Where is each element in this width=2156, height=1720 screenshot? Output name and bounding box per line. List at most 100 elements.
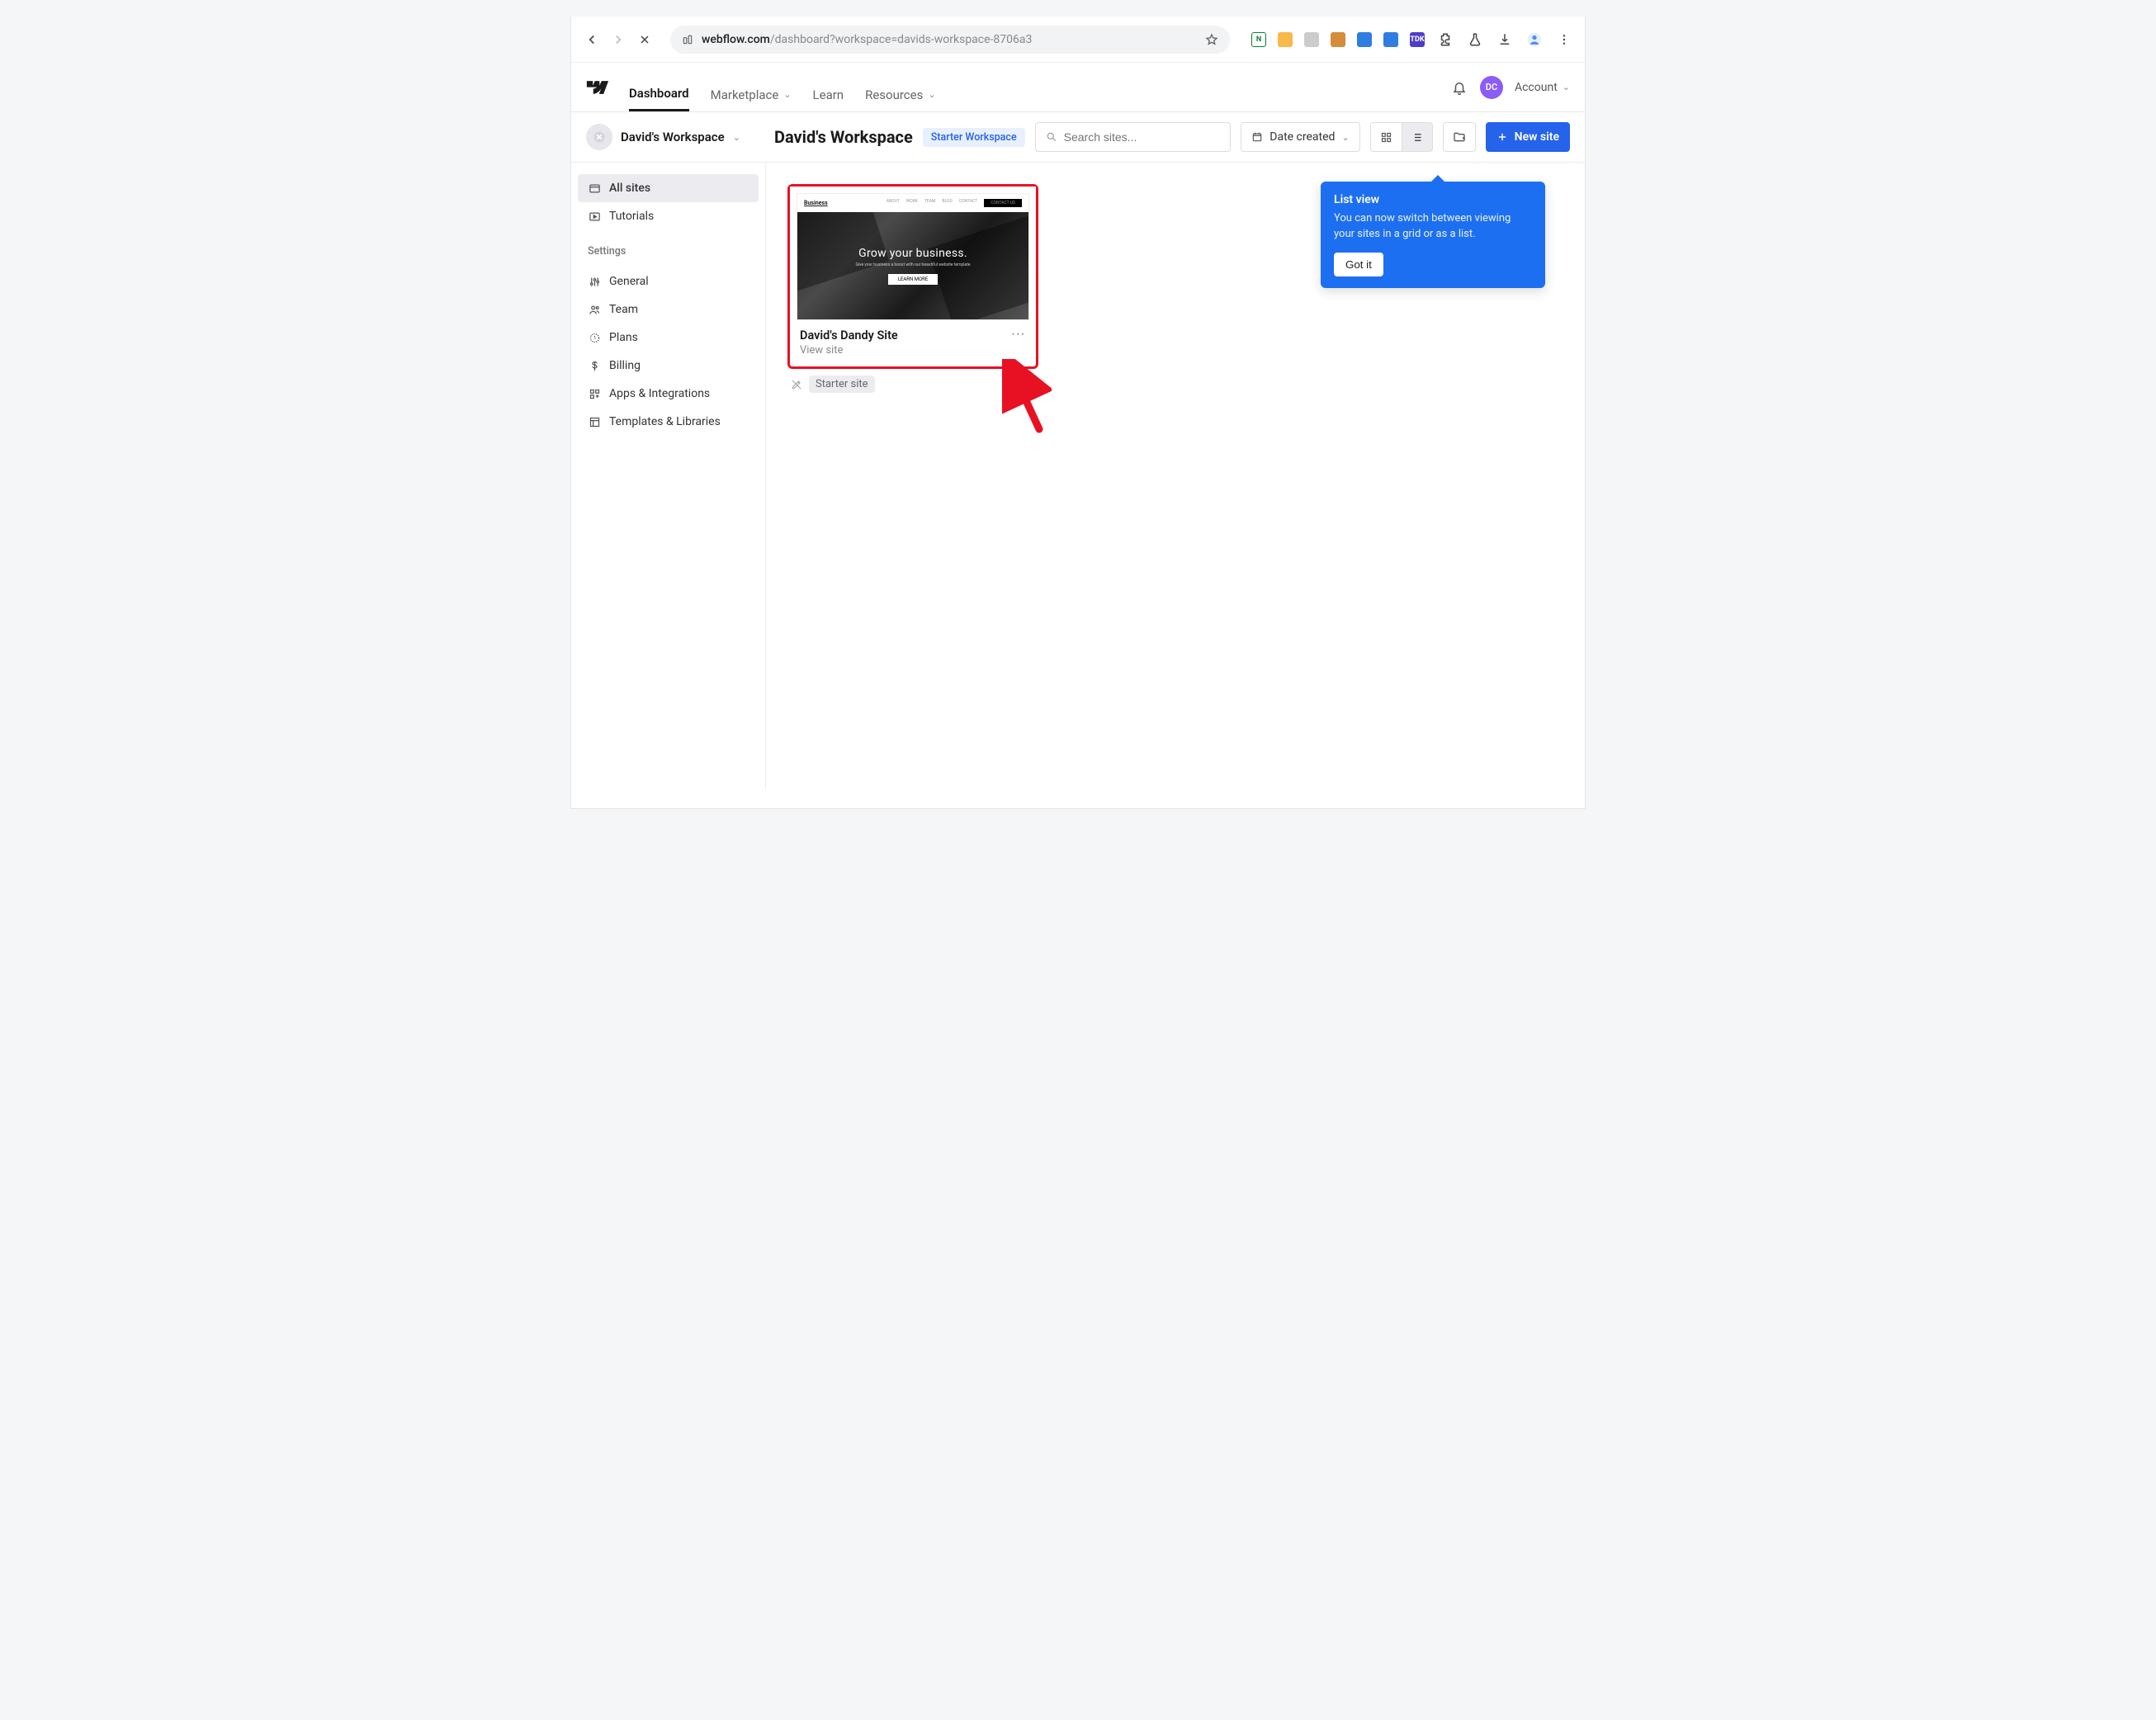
template-icon	[588, 415, 601, 428]
chevron-down-icon: ⌄	[1563, 82, 1570, 92]
sidebar-item-plans[interactable]: Plans	[578, 324, 759, 352]
site-settings-icon	[682, 34, 693, 45]
thumb-headline: Grow your business.	[858, 247, 967, 260]
address-bar[interactable]: webflow.com/dashboard?workspace=davids-w…	[670, 26, 1230, 54]
chevron-down-icon: ⌄	[1341, 132, 1349, 143]
site-title: David's Dandy Site	[800, 328, 898, 343]
list-icon	[1411, 131, 1423, 144]
chevron-down-icon: ⌄	[733, 132, 740, 143]
sidebar: All sites Tutorials Settings General Tea…	[571, 163, 766, 790]
thumb-nav: ABOUTWORKTEAMBLOGCONTACT CONTACT US	[887, 199, 1022, 207]
sidebar-item-label: Apps & Integrations	[609, 387, 710, 400]
user-avatar[interactable]: DC	[1480, 76, 1503, 99]
extension-icon[interactable]: N	[1251, 32, 1266, 47]
grid-icon	[1380, 131, 1392, 144]
page-title: David's Workspace	[774, 127, 913, 147]
view-site-link[interactable]: View site	[800, 344, 898, 357]
draft-icon	[791, 379, 802, 390]
browser-actions: N TDK	[1251, 31, 1573, 49]
top-nav: Dashboard Marketplace⌄ Learn Resources⌄	[629, 63, 936, 111]
list-view-button[interactable]	[1402, 122, 1433, 152]
workspace-switcher[interactable]: David's Workspace ⌄	[586, 124, 759, 150]
account-menu[interactable]: Account⌄	[1515, 81, 1570, 94]
extension-icon[interactable]	[1357, 32, 1372, 47]
sidebar-item-label: Team	[609, 303, 638, 316]
chevron-down-icon: ⌄	[783, 89, 791, 100]
extension-icon[interactable]	[1278, 32, 1293, 47]
site-thumbnail[interactable]: Business ABOUTWORKTEAMBLOGCONTACT CONTAC…	[790, 187, 1036, 320]
plan-tag: Starter site	[809, 376, 875, 393]
chevron-down-icon: ⌄	[928, 89, 935, 100]
sidebar-item-apps[interactable]: Apps & Integrations	[578, 380, 759, 408]
app-header: Dashboard Marketplace⌄ Learn Resources⌄ …	[571, 63, 1585, 112]
sidebar-item-all-sites[interactable]: All sites	[578, 174, 759, 202]
extension-icon[interactable]	[1383, 32, 1398, 47]
sidebar-item-label: Billing	[609, 359, 641, 372]
sidebar-item-label: Plans	[609, 331, 638, 344]
sidebar-item-tutorials[interactable]: Tutorials	[578, 202, 759, 230]
sidebar-item-label: General	[609, 275, 649, 288]
back-icon[interactable]	[583, 31, 601, 49]
notifications-icon[interactable]	[1450, 78, 1468, 97]
folder-plus-icon	[1453, 130, 1466, 144]
extension-icon[interactable]: TDK	[1410, 32, 1425, 47]
sidebar-item-templates[interactable]: Templates & Libraries	[578, 408, 759, 436]
search-icon	[1046, 131, 1057, 143]
dollar-icon	[588, 359, 601, 372]
content-area: Business ABOUTWORKTEAMBLOGCONTACT CONTAC…	[766, 163, 1585, 790]
site-card[interactable]: Business ABOUTWORKTEAMBLOGCONTACT CONTAC…	[787, 184, 1038, 369]
list-view-popover: List view You can now switch between vie…	[1321, 182, 1545, 288]
users-icon	[588, 303, 601, 316]
popover-body: You can now switch between viewing your …	[1334, 211, 1532, 243]
plus-icon	[1496, 131, 1508, 143]
extension-icon[interactable]	[1304, 32, 1319, 47]
play-icon	[588, 210, 601, 223]
browser-icon	[588, 182, 601, 195]
plan-badge: Starter Workspace	[923, 128, 1025, 147]
popover-dismiss-button[interactable]: Got it	[1334, 253, 1383, 276]
view-toggle	[1370, 122, 1433, 152]
sort-dropdown[interactable]: Date created ⌄	[1241, 122, 1359, 152]
webflow-logo-icon[interactable]	[586, 76, 609, 99]
star-icon[interactable]	[1205, 33, 1218, 46]
site-tags: Starter site	[787, 376, 1563, 393]
sidebar-heading-settings: Settings	[578, 230, 759, 264]
grid-view-button[interactable]	[1370, 122, 1402, 152]
sidebar-item-label: Templates & Libraries	[609, 415, 721, 428]
kebab-menu-icon[interactable]	[1555, 31, 1573, 49]
workspace-avatar-icon	[586, 124, 612, 150]
download-icon[interactable]	[1496, 31, 1514, 49]
calendar-icon	[1251, 131, 1263, 143]
new-folder-button[interactable]	[1443, 122, 1476, 152]
search-input[interactable]	[1035, 122, 1232, 152]
profile-chip-icon[interactable]	[1525, 31, 1544, 49]
forward-icon[interactable]	[609, 31, 627, 49]
sidebar-item-label: Tutorials	[609, 210, 654, 223]
nav-resources[interactable]: Resources⌄	[865, 63, 935, 111]
close-tab-icon[interactable]	[636, 31, 654, 49]
thumb-cta-button: LEARN MORE	[888, 274, 939, 285]
thumb-logo-text: Business	[804, 200, 828, 206]
extension-icon[interactable]	[1331, 32, 1345, 47]
nav-dashboard[interactable]: Dashboard	[629, 63, 689, 111]
sliders-icon	[588, 275, 601, 288]
nav-marketplace[interactable]: Marketplace⌄	[711, 63, 792, 111]
nav-learn[interactable]: Learn	[813, 63, 844, 111]
browser-toolbar: webflow.com/dashboard?workspace=davids-w…	[571, 17, 1585, 63]
popover-title: List view	[1334, 193, 1532, 206]
new-site-button[interactable]: New site	[1486, 122, 1570, 152]
sidebar-item-general[interactable]: General	[578, 267, 759, 295]
extensions-icon[interactable]	[1436, 31, 1454, 49]
site-options-icon[interactable]: ···	[1012, 328, 1026, 341]
workspace-toolbar: David's Workspace ⌄ David's Workspace St…	[571, 112, 1585, 163]
annotation-arrow-icon	[1002, 359, 1052, 442]
labs-icon[interactable]	[1466, 31, 1484, 49]
workspace-switch-name: David's Workspace	[621, 130, 725, 144]
sidebar-item-label: All sites	[609, 182, 650, 195]
url-text: webflow.com/dashboard?workspace=davids-w…	[702, 33, 1197, 46]
thumb-sub: Give your business a boost with our beau…	[855, 262, 970, 267]
target-icon	[588, 331, 601, 344]
sidebar-item-billing[interactable]: Billing	[578, 352, 759, 380]
sidebar-item-team[interactable]: Team	[578, 295, 759, 324]
apps-icon	[588, 387, 601, 400]
